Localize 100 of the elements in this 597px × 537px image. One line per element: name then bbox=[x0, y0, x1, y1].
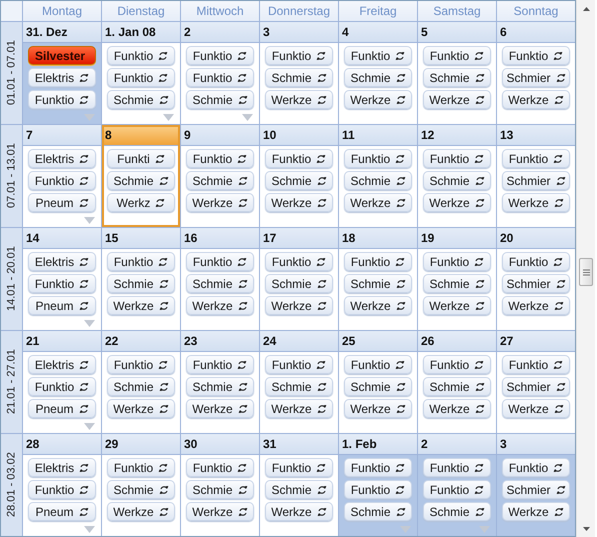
calendar-event[interactable]: Schmie bbox=[265, 377, 333, 396]
calendar-event[interactable]: Werkze bbox=[265, 90, 333, 109]
day-cell[interactable]: 10 Funktio Schmie Werkze bbox=[260, 125, 338, 227]
calendar-event[interactable]: Schmie bbox=[423, 68, 491, 87]
day-cell[interactable]: 21 Elektris Funktio Pneum bbox=[23, 331, 101, 433]
calendar-event[interactable]: Schmier bbox=[502, 274, 570, 293]
calendar-event[interactable]: Funktio bbox=[344, 355, 412, 374]
scrollbar-thumb[interactable] bbox=[579, 258, 593, 286]
calendar-event[interactable]: Schmie bbox=[265, 274, 333, 293]
calendar-event[interactable]: Funktio bbox=[107, 68, 175, 87]
day-cell[interactable]: 7 Elektris Funktio Pneum bbox=[23, 125, 101, 227]
calendar-event[interactable]: Elektris bbox=[28, 252, 96, 271]
calendar-event[interactable]: Werkze bbox=[186, 399, 254, 418]
calendar-event[interactable]: Werkze bbox=[502, 502, 570, 521]
day-cell[interactable]: 2 Funktio Funktio Schmie bbox=[181, 22, 259, 124]
calendar-event[interactable]: Elektris bbox=[28, 458, 96, 477]
day-header[interactable]: 5 bbox=[418, 22, 496, 43]
calendar-event[interactable]: Funktio bbox=[28, 480, 96, 499]
calendar-event[interactable]: Funktio bbox=[265, 458, 333, 477]
day-cell[interactable]: 31 Funktio Schmie Werkze bbox=[260, 434, 338, 536]
calendar-event[interactable]: Funktio bbox=[265, 252, 333, 271]
day-header[interactable]: 6 bbox=[497, 22, 575, 43]
calendar-event[interactable]: Schmie bbox=[186, 171, 254, 190]
calendar-event[interactable]: Schmie bbox=[107, 171, 175, 190]
calendar-event[interactable]: Werkze bbox=[107, 399, 175, 418]
calendar-event[interactable]: Funktio bbox=[423, 149, 491, 168]
day-header[interactable]: 2 bbox=[181, 22, 259, 43]
day-cell[interactable]: 2 Funktio Funktio Schmie bbox=[418, 434, 496, 536]
calendar-event[interactable]: Funktio bbox=[186, 458, 254, 477]
day-header[interactable]: 10 bbox=[260, 125, 338, 146]
calendar-event[interactable]: Werkze bbox=[502, 399, 570, 418]
day-header[interactable]: 1. Feb bbox=[339, 434, 417, 455]
calendar-event[interactable]: Schmie bbox=[265, 68, 333, 87]
calendar-event[interactable]: Werkze bbox=[423, 90, 491, 109]
calendar-event[interactable]: Werkze bbox=[344, 90, 412, 109]
calendar-event[interactable]: Pneum bbox=[28, 502, 96, 521]
day-header[interactable]: 31 bbox=[260, 434, 338, 455]
calendar-event[interactable]: Schmie bbox=[423, 274, 491, 293]
day-header[interactable]: 22 bbox=[102, 331, 180, 352]
day-header[interactable]: 3 bbox=[260, 22, 338, 43]
day-header[interactable]: 8 bbox=[102, 125, 180, 146]
day-header[interactable]: 29 bbox=[102, 434, 180, 455]
calendar-event[interactable]: Schmie bbox=[107, 274, 175, 293]
day-cell[interactable]: 16 Funktio Schmie Werkze bbox=[181, 228, 259, 330]
calendar-event[interactable]: Funktio bbox=[28, 90, 96, 109]
day-cell[interactable]: 23 Funktio Schmie Werkze bbox=[181, 331, 259, 433]
week-range-label[interactable]: 14.01 - 20.01 bbox=[1, 228, 22, 330]
scroll-up-icon[interactable] bbox=[582, 6, 590, 10]
day-cell[interactable]: 30 Funktio Schmie Werkze bbox=[181, 434, 259, 536]
day-cell[interactable]: 18 Funktio Schmie Werkze bbox=[339, 228, 417, 330]
calendar-event[interactable]: Elektris bbox=[28, 355, 96, 374]
calendar-event[interactable]: Werkze bbox=[186, 296, 254, 315]
day-header[interactable]: 2 bbox=[418, 434, 496, 455]
calendar-event[interactable]: Funktio bbox=[344, 46, 412, 65]
calendar-event[interactable]: Schmier bbox=[502, 377, 570, 396]
day-cell[interactable]: 6 Funktio Schmier Werkze bbox=[497, 22, 575, 124]
day-header[interactable]: 9 bbox=[181, 125, 259, 146]
calendar-event[interactable]: Werkze bbox=[186, 502, 254, 521]
day-header[interactable]: 16 bbox=[181, 228, 259, 249]
day-header[interactable]: 27 bbox=[497, 331, 575, 352]
calendar-event[interactable]: Schmie bbox=[107, 480, 175, 499]
calendar-event[interactable]: Werkze bbox=[265, 399, 333, 418]
calendar-event[interactable]: Werkze bbox=[186, 193, 254, 212]
day-header[interactable]: 14 bbox=[23, 228, 101, 249]
day-header[interactable]: 26 bbox=[418, 331, 496, 352]
calendar-event[interactable]: Werkze bbox=[344, 296, 412, 315]
calendar-event[interactable]: Funktio bbox=[186, 46, 254, 65]
day-cell[interactable]: 12 Funktio Schmie Werkze bbox=[418, 125, 496, 227]
day-header[interactable]: 1. Jan 08 bbox=[102, 22, 180, 43]
day-cell[interactable]: 20 Funktio Schmier Werkze bbox=[497, 228, 575, 330]
down-triangle-icon[interactable] bbox=[84, 217, 95, 224]
day-header[interactable]: 17 bbox=[260, 228, 338, 249]
day-cell[interactable]: 24 Funktio Schmie Werkze bbox=[260, 331, 338, 433]
calendar-event[interactable]: Funktio bbox=[107, 252, 175, 271]
calendar-event[interactable]: Werkze bbox=[502, 296, 570, 315]
calendar-event[interactable]: Werkze bbox=[502, 193, 570, 212]
calendar-event[interactable]: Funktio bbox=[423, 46, 491, 65]
day-cell[interactable]: 9 Funktio Schmie Werkze bbox=[181, 125, 259, 227]
week-range-label[interactable]: 01.01 - 07.01 bbox=[1, 22, 22, 124]
day-header[interactable]: 21 bbox=[23, 331, 101, 352]
calendar-event[interactable]: Schmie bbox=[423, 502, 491, 521]
calendar-event[interactable]: Funktio bbox=[107, 355, 175, 374]
day-cell[interactable]: 14 Elektris Funktio Pneum bbox=[23, 228, 101, 330]
calendar-event[interactable]: Funktio bbox=[107, 458, 175, 477]
down-triangle-icon[interactable] bbox=[84, 526, 95, 533]
calendar-event[interactable]: Werkze bbox=[423, 193, 491, 212]
day-header[interactable]: 31. Dez bbox=[23, 22, 101, 43]
day-header[interactable]: 3 bbox=[497, 434, 575, 455]
down-triangle-icon[interactable] bbox=[84, 320, 95, 327]
day-cell[interactable]: 27 Funktio Schmier Werkze bbox=[497, 331, 575, 433]
calendar-event[interactable]: Funktio bbox=[423, 480, 491, 499]
calendar-event[interactable]: Funktio bbox=[344, 252, 412, 271]
calendar-event[interactable]: Schmie bbox=[186, 90, 254, 109]
calendar-event[interactable]: Schmie bbox=[344, 171, 412, 190]
week-range-label[interactable]: 28.01 - 03.02 bbox=[1, 434, 22, 536]
calendar-event[interactable]: Funktio bbox=[186, 252, 254, 271]
week-range-label[interactable]: 21.01 - 27.01 bbox=[1, 331, 22, 433]
day-header[interactable]: 4 bbox=[339, 22, 417, 43]
calendar-event[interactable]: Funktio bbox=[423, 355, 491, 374]
calendar-event[interactable]: Elektris bbox=[28, 149, 96, 168]
